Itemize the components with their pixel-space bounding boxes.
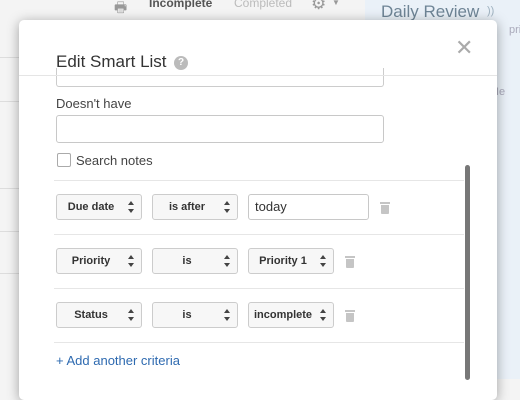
select-value: is bbox=[182, 255, 192, 267]
criteria-operator-select[interactable]: is bbox=[152, 248, 238, 274]
select-value: Priority bbox=[71, 255, 111, 267]
select-arrows-icon bbox=[320, 255, 326, 267]
trash-icon[interactable] bbox=[380, 202, 390, 214]
criteria-operator-select[interactable]: is bbox=[152, 302, 238, 328]
select-arrows-icon bbox=[128, 255, 134, 267]
select-arrows-icon bbox=[224, 309, 230, 321]
criteria-value-input[interactable]: today bbox=[248, 194, 369, 220]
panel-text-fragment: pric bbox=[509, 24, 520, 36]
doesnt-have-input[interactable] bbox=[56, 115, 384, 143]
select-arrows-icon bbox=[128, 201, 134, 213]
doesnt-have-label: Doesn't have bbox=[56, 96, 132, 111]
select-value: Priority 1 bbox=[259, 255, 307, 267]
criteria-field-select[interactable]: Priority bbox=[56, 248, 142, 274]
criteria-divider bbox=[54, 342, 464, 343]
select-value: Status bbox=[74, 309, 108, 321]
scrollbar[interactable] bbox=[465, 165, 470, 380]
chevron-down-icon: ▼ bbox=[332, 0, 340, 7]
search-notes-label: Search notes bbox=[76, 153, 153, 168]
select-value: is after bbox=[168, 201, 206, 213]
criteria-divider bbox=[54, 234, 464, 235]
search-notes-checkbox[interactable] bbox=[57, 153, 71, 167]
select-value: is bbox=[182, 309, 192, 321]
criteria-operator-select[interactable]: is after bbox=[152, 194, 238, 220]
criteria-value-select[interactable]: incomplete bbox=[248, 302, 334, 328]
select-arrows-icon bbox=[320, 309, 326, 321]
rss-icon[interactable]: )) bbox=[487, 5, 494, 17]
select-value: incomplete bbox=[253, 309, 313, 321]
criteria-divider bbox=[54, 180, 464, 181]
criteria-value-select[interactable]: Priority 1 bbox=[248, 248, 334, 274]
select-arrows-icon bbox=[128, 309, 134, 321]
panel-text-fragment: Ie bbox=[496, 86, 506, 98]
dialog-title: Edit Smart List bbox=[56, 52, 167, 71]
select-arrows-icon bbox=[224, 255, 230, 267]
printer-icon[interactable]: 🖶 bbox=[114, 0, 127, 21]
select-arrows-icon bbox=[224, 201, 230, 213]
select-value: Due date bbox=[67, 201, 115, 213]
tab-completed[interactable]: Completed bbox=[234, 0, 292, 10]
close-icon[interactable]: ✕ bbox=[455, 37, 473, 59]
tab-incomplete[interactable]: Incomplete bbox=[149, 0, 212, 10]
edit-smart-list-dialog: Edit Smart List ? ✕ Doesn't have Search … bbox=[19, 20, 497, 400]
criteria-field-select[interactable]: Due date bbox=[56, 194, 142, 220]
gear-icon[interactable]: ⚙ bbox=[311, 0, 326, 14]
help-icon[interactable]: ? bbox=[174, 56, 188, 70]
daily-review-title: Daily Review bbox=[381, 2, 480, 21]
add-criteria-link[interactable]: + Add another criteria bbox=[56, 353, 180, 368]
criteria-divider bbox=[54, 288, 464, 289]
trash-icon[interactable] bbox=[345, 310, 355, 322]
header-divider bbox=[19, 75, 497, 76]
criteria-field-select[interactable]: Status bbox=[56, 302, 142, 328]
trash-icon[interactable] bbox=[345, 256, 355, 268]
